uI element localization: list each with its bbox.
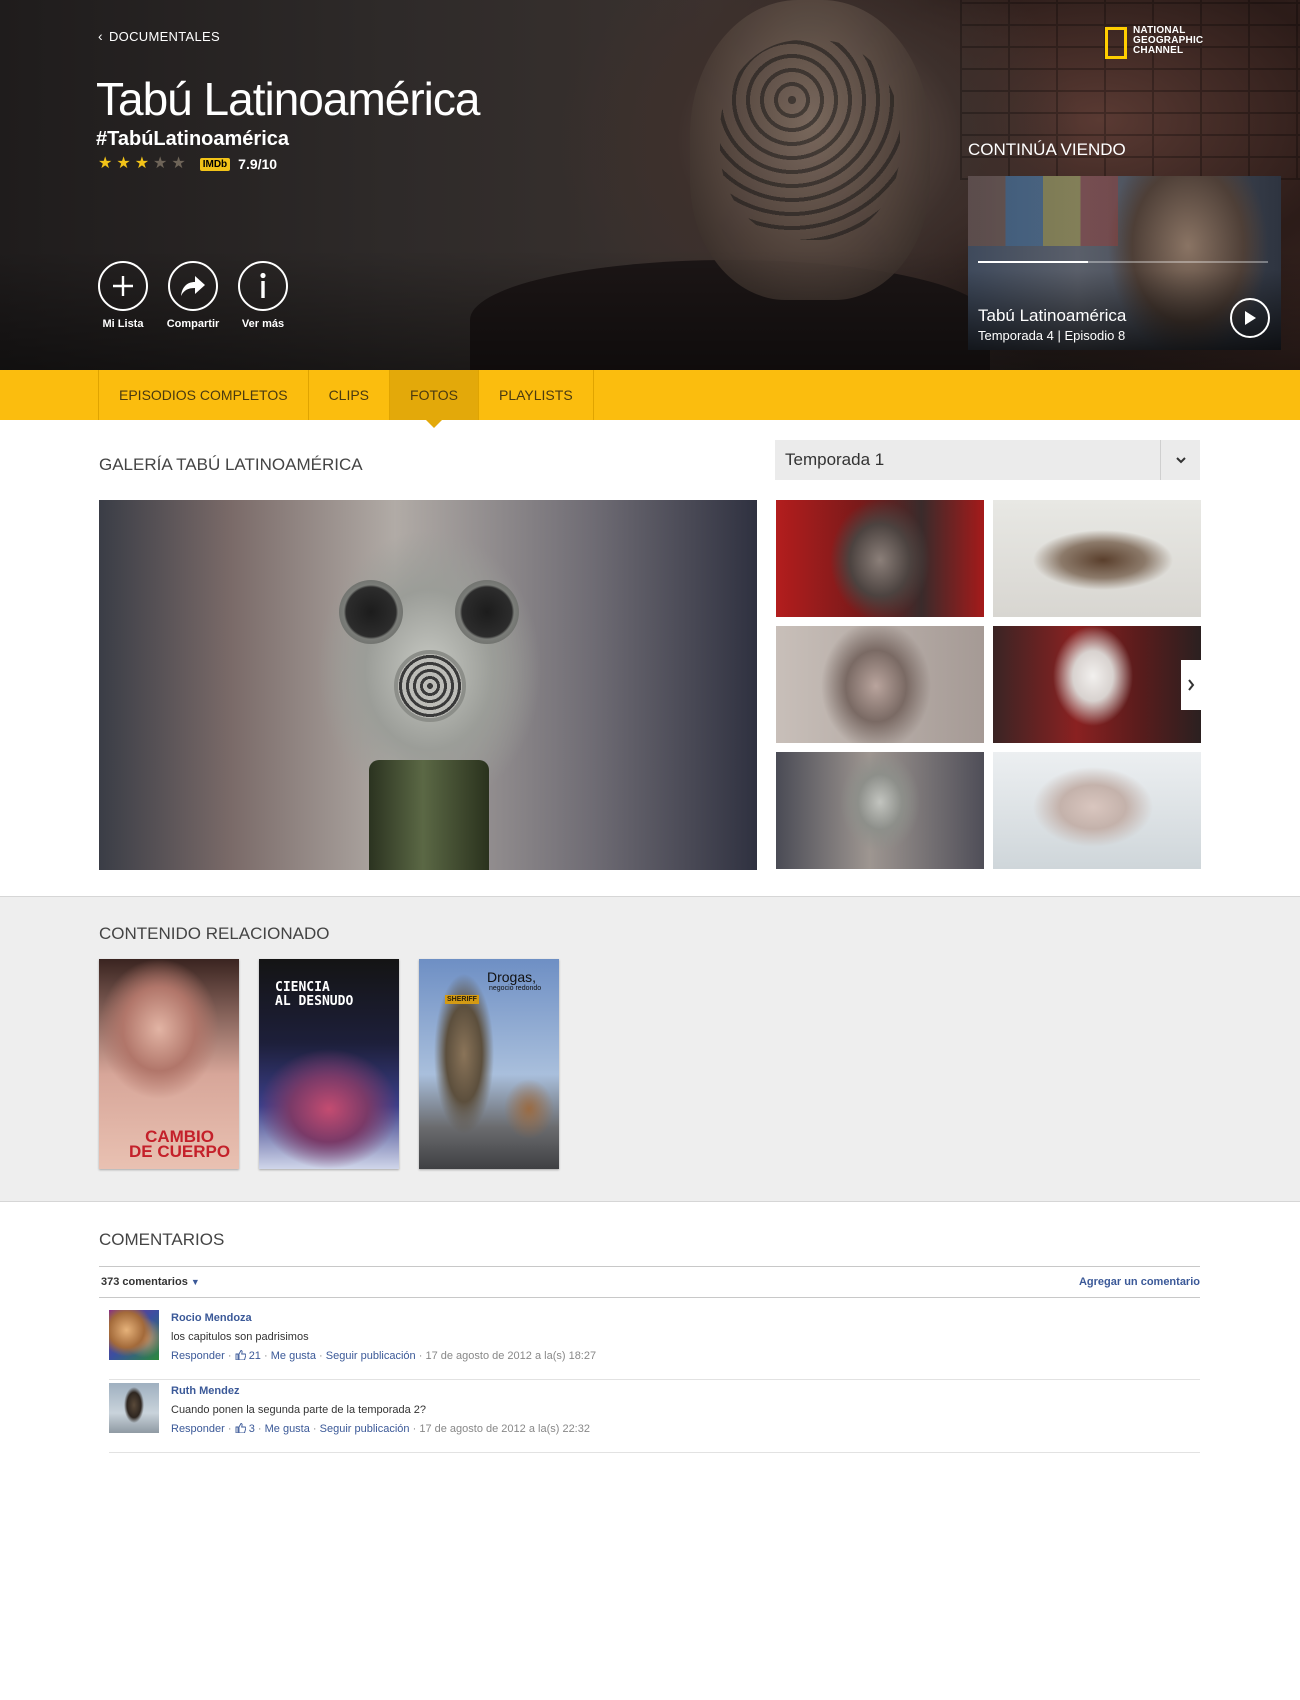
back-link-documentales[interactable]: ‹ DOCUMENTALES	[98, 28, 220, 44]
follow-post-link[interactable]: Seguir publicación	[320, 1423, 410, 1435]
gas-mask-canister	[369, 760, 489, 870]
related-card-drogas-negocio-redondo[interactable]: Drogas, negocio redondo SHERIFF	[419, 959, 559, 1169]
star-icon: ★	[98, 155, 113, 172]
chevron-right-icon	[1188, 679, 1195, 691]
thumbs-up-icon	[235, 1350, 246, 1360]
back-link-label: DOCUMENTALES	[108, 29, 220, 44]
add-comment-link[interactable]: Agregar un comentario	[1079, 1276, 1200, 1288]
share-icon[interactable]	[168, 261, 218, 311]
related-card-ciencia-al-desnudo[interactable]: CIENCIA AL DESNUDO	[259, 959, 399, 1169]
related-heading: CONTENIDO RELACIONADO	[99, 924, 330, 943]
tab-clips[interactable]: CLIPS	[309, 370, 391, 420]
gas-mask-filter	[394, 650, 466, 722]
my-list-button[interactable]: Mi Lista	[98, 261, 148, 330]
gallery-thumb[interactable]	[993, 626, 1201, 743]
share-label: Compartir	[166, 318, 220, 330]
reply-link[interactable]: Responder	[171, 1423, 225, 1435]
comment-meta: Responder · 21 · Me gusta · Seguir publi…	[171, 1350, 597, 1362]
star-icon: ★	[116, 155, 131, 172]
section-tab-bar: EPISODIOS COMPLETOS CLIPS FOTOS PLAYLIST…	[0, 370, 1300, 428]
comment-author[interactable]: Rocio Mendoza	[171, 1312, 252, 1324]
gas-mask-left-eye	[339, 580, 403, 644]
continue-watching-heading: CONTINÚA VIENDO	[968, 140, 1126, 159]
comments-count-dropdown[interactable]: 373 comentarios ▼	[99, 1276, 200, 1288]
related-card-cambio-de-cuerpo[interactable]: CAMBIO DE CUERPO	[99, 959, 239, 1169]
continue-watching-title: Tabú Latinoamérica	[978, 306, 1127, 325]
star-empty-icon: ★	[171, 155, 186, 172]
chevron-left-icon: ‹	[98, 28, 103, 44]
watch-progress-fill	[978, 261, 1089, 263]
related-card-title: Drogas, negocio redondo	[487, 969, 542, 992]
gallery-thumb[interactable]	[776, 626, 984, 743]
star-empty-icon: ★	[153, 155, 168, 172]
like-link[interactable]: Me gusta	[271, 1350, 316, 1362]
comment-item: Ruth Mendez Cuando ponen la segunda part…	[109, 1383, 1200, 1453]
info-icon[interactable]	[238, 261, 288, 311]
comment-text: Cuando ponen la segunda parte de la temp…	[171, 1404, 427, 1416]
gallery-thumb[interactable]	[776, 500, 984, 617]
show-hashtag: #TabúLatinoamérica	[96, 128, 290, 150]
gallery-thumb[interactable]	[776, 752, 984, 869]
gallery-next-button[interactable]	[1181, 660, 1201, 710]
more-info-button[interactable]: Ver más	[238, 261, 288, 330]
share-button[interactable]: Compartir	[167, 261, 219, 330]
ngc-logo-text: NATIONAL GEOGRAPHIC CHANNEL	[1133, 25, 1204, 56]
thumbs-up-icon	[235, 1423, 246, 1433]
tab-episodios-completos[interactable]: EPISODIOS COMPLETOS	[99, 370, 309, 420]
follow-post-link[interactable]: Seguir publicación	[326, 1350, 416, 1362]
play-icon[interactable]	[1230, 298, 1270, 338]
season-dropdown[interactable]: Temporada 1	[775, 440, 1200, 480]
tab-fotos[interactable]: FOTOS	[390, 370, 479, 428]
gallery-thumb[interactable]	[993, 500, 1201, 617]
caret-down-icon: ▼	[190, 1277, 200, 1287]
comment-text: los capitulos son padrisimos	[171, 1331, 309, 1343]
like-count: 3	[248, 1423, 255, 1435]
continue-watching-episode: Temporada 4 | Episodio 8	[978, 328, 1126, 343]
star-icon: ★	[134, 155, 150, 172]
comments-heading: COMENTARIOS	[99, 1230, 225, 1249]
reply-link[interactable]: Responder	[171, 1350, 225, 1362]
gallery-thumb[interactable]	[993, 752, 1201, 869]
avatar[interactable]	[109, 1383, 159, 1433]
comment-author[interactable]: Ruth Mendez	[171, 1385, 239, 1397]
comments-toolbar: 373 comentarios ▼ Agregar un comentario	[99, 1266, 1200, 1298]
related-card-title: CIENCIA AL DESNUDO	[275, 980, 354, 1009]
watch-progress-bar	[978, 261, 1268, 263]
plus-icon[interactable]	[98, 261, 148, 311]
season-selected-value: Temporada 1	[785, 450, 885, 469]
comment-item: Rocio Mendoza los capitulos son padrisim…	[109, 1310, 1200, 1380]
ngc-yellow-border-icon	[1105, 27, 1127, 59]
sheriff-vest-label: SHERIFF	[445, 995, 479, 1004]
hero-shirt	[470, 260, 990, 370]
like-link[interactable]: Me gusta	[265, 1423, 310, 1435]
gallery-main-photo[interactable]	[99, 500, 757, 870]
comment-date: 17 de agosto de 2012 a la(s) 18:27	[425, 1350, 597, 1362]
continue-watching-card[interactable]: Tabú Latinoamérica Temporada 4 | Episodi…	[968, 176, 1281, 350]
my-list-label: Mi Lista	[102, 318, 144, 330]
like-count: 21	[248, 1350, 261, 1362]
avatar[interactable]	[109, 1310, 159, 1360]
comment-date: 17 de agosto de 2012 a la(s) 22:32	[419, 1423, 590, 1435]
rating-row: ★ ★ ★ ★ ★ IMDb 7.9/10	[98, 155, 278, 173]
gallery-thumbnails	[776, 500, 1201, 870]
hero-portrait	[690, 0, 930, 300]
tab-playlists[interactable]: PLAYLISTS	[479, 370, 594, 420]
hero-actions: Mi Lista Compartir Ver más	[98, 261, 288, 330]
imdb-badge: IMDb	[199, 157, 231, 171]
gallery-heading: GALERÍA TABÚ LATINOAMÉRICA	[99, 455, 363, 474]
tabs: EPISODIOS COMPLETOS CLIPS FOTOS PLAYLIST…	[98, 370, 594, 428]
national-geographic-logo: NATIONAL GEOGRAPHIC CHANNEL	[1105, 26, 1203, 59]
comment-meta: Responder · 3 · Me gusta · Seguir public…	[171, 1423, 590, 1435]
show-title: Tabú Latinoamérica	[96, 73, 480, 125]
related-card-title: CAMBIO DE CUERPO	[129, 1127, 231, 1161]
imdb-score: 7.9/10	[238, 156, 278, 172]
more-info-label: Ver más	[241, 318, 285, 330]
gas-mask-right-eye	[455, 580, 519, 644]
chevron-down-icon[interactable]	[1160, 440, 1200, 480]
